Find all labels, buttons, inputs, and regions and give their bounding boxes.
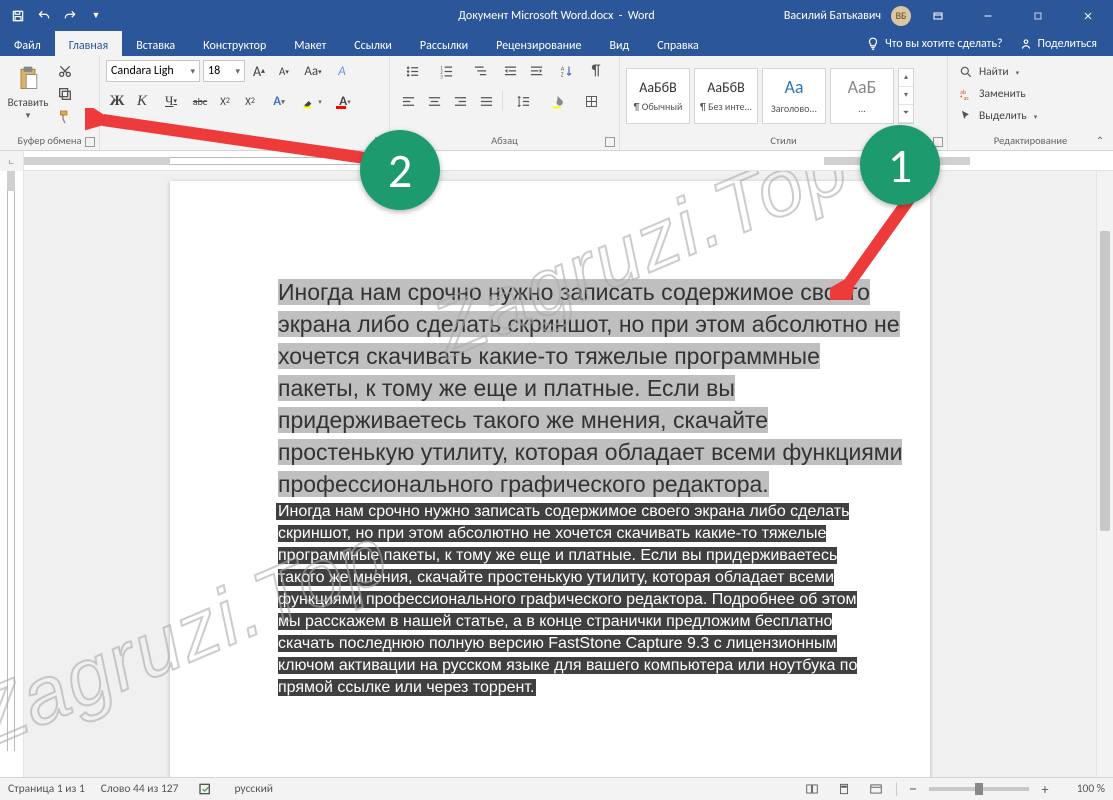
share-icon <box>1019 37 1033 51</box>
read-mode-icon[interactable] <box>800 780 824 798</box>
annotation-badge-1: 1 <box>860 125 940 205</box>
shrink-font-icon[interactable]: A▾ <box>273 60 295 82</box>
status-page[interactable]: Страница 1 из 1 <box>8 782 85 796</box>
bullets-icon[interactable] <box>396 60 428 82</box>
web-layout-icon[interactable] <box>864 780 888 798</box>
copy-icon[interactable] <box>54 84 76 104</box>
tab-review[interactable]: Рецензирование <box>482 31 595 56</box>
user-name[interactable]: Василий Батькавич <box>784 9 881 23</box>
change-case-icon[interactable]: Aa ▾ <box>298 60 328 82</box>
ruler-vertical[interactable] <box>0 171 24 777</box>
font-name-select[interactable]: Candara Ligh▾ <box>106 60 200 82</box>
multilevel-icon[interactable] <box>464 60 496 82</box>
status-bar: Страница 1 из 1 Слово 44 из 127 русский … <box>0 777 1113 800</box>
minimize-icon[interactable] <box>965 0 1011 31</box>
maximize-icon[interactable] <box>1015 0 1061 31</box>
document-name: Документ Microsoft Word.docx <box>458 9 613 23</box>
replace-button[interactable]: abacЗаменить <box>958 84 1037 104</box>
tab-selector-icon[interactable]: ∟ <box>0 151 24 171</box>
cut-icon[interactable] <box>54 61 76 81</box>
align-left-icon[interactable] <box>396 90 420 112</box>
app-name: Word <box>628 9 655 23</box>
status-words[interactable]: Слово 44 из 127 <box>101 782 179 796</box>
annotation-arrow-1 <box>830 190 950 300</box>
tab-help[interactable]: Справка <box>643 31 713 56</box>
ribbon-tabs: Файл Главная Вставка Конструктор Макет С… <box>0 31 1113 56</box>
tab-home[interactable]: Главная <box>55 31 122 56</box>
save-icon[interactable] <box>6 4 30 28</box>
style-heading1[interactable]: АаЗаголово... <box>762 68 826 124</box>
share-button[interactable]: Поделиться <box>1019 37 1097 51</box>
user-avatar[interactable]: ВБ <box>891 6 911 26</box>
print-layout-icon[interactable] <box>832 780 856 798</box>
tab-mailings[interactable]: Рассылки <box>406 31 482 56</box>
svg-text:Z: Z <box>560 71 563 78</box>
tell-me[interactable]: Что вы хотите сделать? <box>866 37 1002 51</box>
align-right-icon[interactable] <box>448 90 472 112</box>
paragraph-2[interactable]: Иногда нам срочно нужно записать содержи… <box>278 501 876 699</box>
lightbulb-icon <box>866 37 880 51</box>
annotation-arrow-2 <box>85 108 375 168</box>
page[interactable]: Иногда нам срочно нужно записать содержи… <box>170 181 930 777</box>
style-heading2[interactable]: АаБ... <box>830 68 894 124</box>
paragraph-1[interactable]: Иногда нам срочно нужно записать содержи… <box>278 276 903 500</box>
spellcheck-icon[interactable] <box>194 780 218 798</box>
svg-text:ac: ac <box>964 94 970 101</box>
find-button[interactable]: Найти ▾ <box>958 62 1037 82</box>
indent-left-icon[interactable] <box>498 60 522 82</box>
close-icon[interactable] <box>1065 0 1111 31</box>
paste-icon <box>12 62 44 94</box>
show-marks-icon[interactable]: ¶ <box>584 60 608 82</box>
group-paragraph: 123 AZ ¶ Абзац <box>390 56 620 150</box>
format-painter-icon[interactable] <box>54 107 76 127</box>
align-center-icon[interactable] <box>422 90 446 112</box>
justify-icon[interactable] <box>474 90 498 112</box>
tab-file[interactable]: Файл <box>0 31 55 56</box>
tab-layout[interactable]: Макет <box>280 31 340 56</box>
status-language[interactable]: русский <box>234 782 273 796</box>
paragraph-dialog-icon[interactable] <box>605 137 615 147</box>
select-button[interactable]: Выделить ▾ <box>958 106 1037 126</box>
qat-customize-icon[interactable]: ▼ <box>84 4 108 28</box>
ribbon-display-icon[interactable] <box>915 0 961 31</box>
font-size-select[interactable]: 18▾ <box>203 60 245 82</box>
tab-references[interactable]: Ссылки <box>340 31 406 56</box>
scrollbar-vertical[interactable] <box>1096 171 1113 777</box>
style-normal[interactable]: АаБбВ¶ Обычный <box>626 68 690 124</box>
zoom-level[interactable]: 100 % <box>1061 782 1105 796</box>
select-icon <box>958 108 974 124</box>
replace-icon: abac <box>958 86 974 102</box>
styles-scroll[interactable]: ▴▾⏷ <box>898 68 914 124</box>
paste-button[interactable]: Вставить ▼ <box>6 60 50 128</box>
style-no-spacing[interactable]: АаБбВ¶ Без инте... <box>694 68 758 124</box>
titlebar: ▼ Документ Microsoft Word.docx - Word Ва… <box>0 0 1113 31</box>
undo-icon[interactable] <box>32 4 56 28</box>
numbering-icon[interactable]: 123 <box>430 60 462 82</box>
tab-design[interactable]: Конструктор <box>189 31 280 56</box>
zoom-in-icon[interactable]: + <box>1037 781 1053 798</box>
zoom-slider[interactable] <box>929 787 1029 791</box>
tab-view[interactable]: Вид <box>595 31 643 56</box>
quick-access-toolbar: ▼ <box>0 4 108 28</box>
zoom-out-icon[interactable]: − <box>905 780 921 799</box>
group-editing: Найти ▾ abacЗаменить Выделить ▾ Редактир… <box>948 56 1113 150</box>
group-label-editing: Редактирование <box>948 132 1113 150</box>
line-spacing-icon[interactable] <box>507 90 539 112</box>
clear-format-icon[interactable]: A <box>331 60 353 82</box>
redo-icon[interactable] <box>58 4 82 28</box>
borders-icon[interactable] <box>575 90 607 112</box>
grow-font-icon[interactable]: A▴ <box>248 60 270 82</box>
annotation-badge-2: 2 <box>360 130 440 210</box>
shading-icon[interactable] <box>541 90 573 112</box>
sort-icon[interactable]: AZ <box>550 60 582 82</box>
tab-insert[interactable]: Вставка <box>122 31 189 56</box>
search-icon <box>958 64 974 80</box>
collapse-ribbon-icon[interactable]: ⌃ <box>1091 133 1109 147</box>
svg-text:3: 3 <box>440 74 443 79</box>
indent-right-icon[interactable] <box>524 60 548 82</box>
